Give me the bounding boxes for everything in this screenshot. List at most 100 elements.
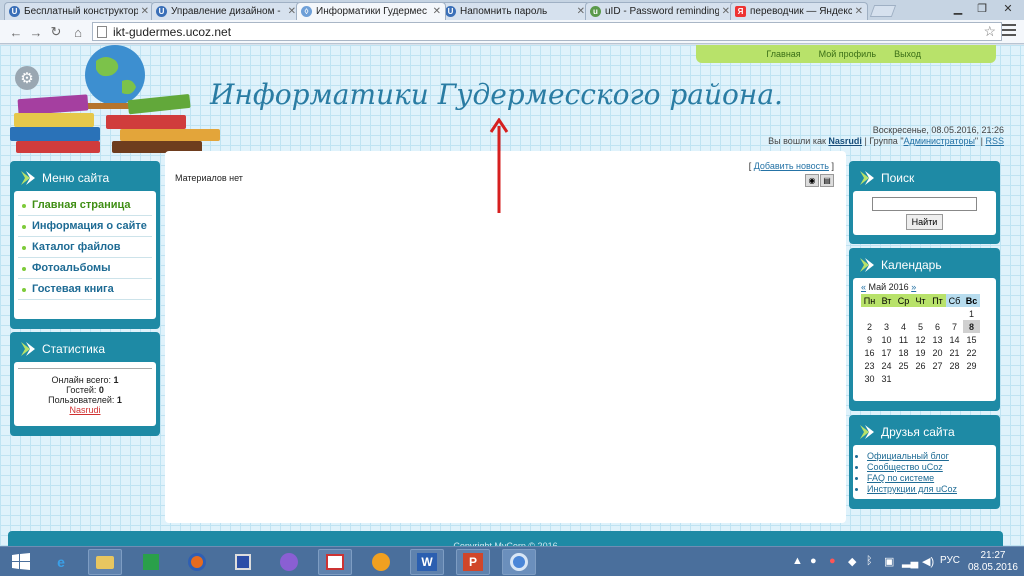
online-user-link[interactable]: Nasrudi bbox=[69, 405, 100, 415]
menu-item-photos[interactable]: Фотоальбомы bbox=[18, 258, 152, 279]
calendar-day[interactable]: 23 bbox=[861, 359, 878, 372]
menu-item-files[interactable]: Каталог файлов bbox=[18, 237, 152, 258]
calendar-prev[interactable]: « bbox=[861, 282, 866, 292]
calendar-day[interactable]: 30 bbox=[861, 372, 878, 385]
restore-icon[interactable]: ❐ bbox=[970, 0, 994, 16]
volume-icon[interactable]: ◀) bbox=[922, 555, 934, 568]
friend-link[interactable]: Официальный блог bbox=[867, 451, 992, 461]
calendar-day[interactable]: 5 bbox=[912, 320, 929, 333]
close-icon[interactable]: ✕ bbox=[288, 6, 296, 17]
forward-icon[interactable]: → bbox=[28, 24, 44, 40]
calendar-day[interactable]: 3 bbox=[878, 320, 895, 333]
close-icon[interactable]: ✕ bbox=[722, 6, 730, 17]
tray-app-icon[interactable]: ● bbox=[810, 555, 817, 567]
browser-tab[interactable]: U Управление дизайном - ✕ bbox=[151, 2, 301, 20]
add-news-link[interactable]: Добавить новость bbox=[754, 161, 829, 171]
rss-link[interactable]: RSS bbox=[985, 136, 1004, 146]
calendar-day[interactable]: 22 bbox=[963, 346, 980, 359]
word-icon[interactable]: W bbox=[410, 549, 444, 575]
home-icon[interactable]: ⌂ bbox=[70, 24, 86, 40]
calendar-day[interactable]: 29 bbox=[963, 359, 980, 372]
calendar-day[interactable]: 16 bbox=[861, 346, 878, 359]
menu-item-home[interactable]: Главная страница bbox=[18, 195, 152, 216]
browser-tab[interactable]: U Напомнить пароль ✕ bbox=[440, 2, 590, 20]
close-icon[interactable]: ✕ bbox=[577, 6, 585, 17]
file-explorer-icon[interactable] bbox=[88, 549, 122, 575]
firefox-icon[interactable] bbox=[180, 549, 214, 575]
new-tab-button[interactable] bbox=[869, 5, 897, 17]
bluetooth-icon[interactable]: ᛒ bbox=[866, 555, 873, 567]
tray-antivirus-icon[interactable]: ● bbox=[829, 555, 836, 567]
friend-link[interactable]: FAQ по системе bbox=[867, 473, 992, 483]
group-link[interactable]: Администраторы bbox=[904, 136, 975, 146]
back-icon[interactable]: ← bbox=[8, 24, 24, 40]
tray-app-icon[interactable]: ◆ bbox=[848, 555, 856, 568]
calendar-day[interactable]: 21 bbox=[946, 346, 963, 359]
tray-expand-icon[interactable]: ▲ bbox=[792, 555, 803, 567]
calendar-day[interactable]: 20 bbox=[929, 346, 946, 359]
feed-icon[interactable]: ▤ bbox=[820, 174, 834, 187]
system-clock[interactable]: 21:27 08.05.2016 bbox=[968, 550, 1018, 574]
save-disk-icon[interactable] bbox=[226, 549, 260, 575]
media-icon[interactable] bbox=[364, 549, 398, 575]
calendar-day[interactable]: 2 bbox=[861, 320, 878, 333]
calendar-next[interactable]: » bbox=[911, 282, 916, 292]
browser-tab[interactable]: Я переводчик — Яндекс: н ✕ bbox=[730, 2, 868, 20]
calendar-day[interactable]: 9 bbox=[861, 333, 878, 346]
close-icon[interactable]: ✕ bbox=[141, 6, 149, 17]
calendar-day[interactable]: 10 bbox=[878, 333, 895, 346]
friend-link[interactable]: Инструкции для uCoz bbox=[867, 484, 992, 494]
close-icon[interactable]: ✕ bbox=[433, 6, 441, 17]
calendar-day[interactable]: 26 bbox=[912, 359, 929, 372]
windows-start-icon[interactable] bbox=[4, 549, 38, 575]
network-signal-icon[interactable]: ▂▄ bbox=[902, 555, 918, 568]
browser-tab-active[interactable]: ◊ Информатики Гудермес ✕ bbox=[296, 2, 446, 20]
close-icon[interactable]: ✕ bbox=[855, 6, 863, 17]
calendar-day[interactable]: 13 bbox=[929, 333, 946, 346]
calendar-day[interactable]: 15 bbox=[963, 333, 980, 346]
top-link-home[interactable]: Главная bbox=[766, 49, 800, 59]
calendar-day[interactable]: 18 bbox=[895, 346, 912, 359]
calendar-day[interactable]: 28 bbox=[946, 359, 963, 372]
view-icon[interactable]: ◉ bbox=[805, 174, 819, 187]
calendar-day[interactable]: 27 bbox=[929, 359, 946, 372]
calendar-day[interactable]: 8 bbox=[963, 320, 980, 333]
calendar-day[interactable]: 6 bbox=[929, 320, 946, 333]
calendar-day[interactable]: 14 bbox=[946, 333, 963, 346]
browser-app-icon[interactable] bbox=[272, 549, 306, 575]
username-link[interactable]: Nasrudi bbox=[828, 136, 862, 146]
calendar-day[interactable]: 24 bbox=[878, 359, 895, 372]
window-close-icon[interactable]: ✕ bbox=[996, 0, 1020, 16]
top-link-profile[interactable]: Мой профиль bbox=[819, 49, 876, 59]
image-viewer-icon[interactable] bbox=[318, 549, 352, 575]
calendar-day[interactable]: 31 bbox=[878, 372, 895, 385]
menu-item-about[interactable]: Информация о сайте bbox=[18, 216, 152, 237]
calendar-day[interactable]: 17 bbox=[878, 346, 895, 359]
language-indicator[interactable]: РУС bbox=[940, 555, 960, 566]
tray-app-icon[interactable]: ▣ bbox=[884, 555, 894, 568]
calendar-day[interactable]: 19 bbox=[912, 346, 929, 359]
calendar-day[interactable]: 11 bbox=[895, 333, 912, 346]
browser-menu-icon[interactable] bbox=[1002, 24, 1016, 39]
search-input[interactable] bbox=[872, 197, 977, 211]
powerpoint-icon[interactable]: P bbox=[456, 549, 490, 575]
internet-explorer-icon[interactable]: e bbox=[44, 549, 78, 575]
search-button[interactable]: Найти bbox=[906, 214, 943, 230]
chrome-icon[interactable] bbox=[502, 549, 536, 575]
friend-link[interactable]: Сообщество uCoz bbox=[867, 462, 992, 472]
minimize-icon[interactable]: ▁ bbox=[946, 0, 970, 16]
menu-item-guestbook[interactable]: Гостевая книга bbox=[18, 279, 152, 300]
calendar-day[interactable]: 1 bbox=[963, 307, 980, 320]
reload-icon[interactable]: ↻ bbox=[48, 24, 64, 40]
store-icon[interactable] bbox=[134, 549, 168, 575]
calendar-day[interactable]: 25 bbox=[895, 359, 912, 372]
calendar-day[interactable]: 7 bbox=[946, 320, 963, 333]
browser-tab[interactable]: u uID - Password reminding ✕ bbox=[585, 2, 735, 20]
browser-tab[interactable]: U Бесплатный конструктор ✕ bbox=[4, 2, 154, 20]
calendar-day[interactable]: 4 bbox=[895, 320, 912, 333]
bookmark-star-icon[interactable]: ☆ bbox=[983, 23, 996, 40]
calendar-day[interactable]: 12 bbox=[912, 333, 929, 346]
address-bar[interactable]: ikt-gudermes.ucoz.net bbox=[92, 22, 1002, 41]
settings-gear-icon[interactable]: ⚙ bbox=[15, 66, 39, 90]
top-link-logout[interactable]: Выход bbox=[894, 49, 921, 59]
